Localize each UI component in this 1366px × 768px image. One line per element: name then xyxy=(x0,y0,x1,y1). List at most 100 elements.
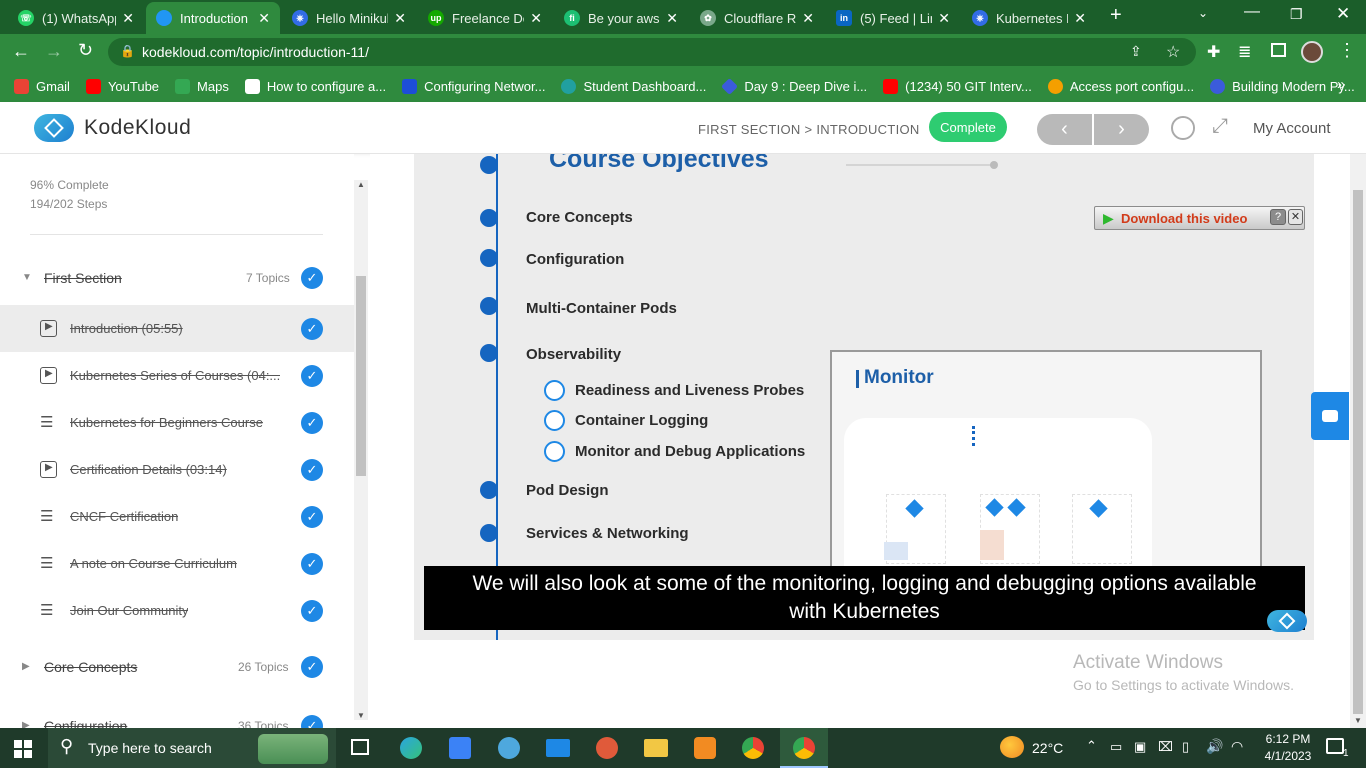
more-bookmarks-icon[interactable]: » xyxy=(1337,76,1345,93)
close-tab-icon[interactable]: ✕ xyxy=(666,10,678,27)
close-tab-icon[interactable]: ✕ xyxy=(530,10,542,27)
chevron-up-icon[interactable]: ⌃ xyxy=(1086,738,1097,754)
bookmark-gmail[interactable]: Gmail xyxy=(14,78,70,94)
help-icon[interactable]: ? xyxy=(1270,209,1286,225)
bookmark-day9[interactable]: Day 9 : Deep Dive i... xyxy=(721,77,867,95)
close-tab-icon[interactable]: ✕ xyxy=(394,10,406,27)
address-bar[interactable]: 🔒 kodekloud.com/topic/introduction-11/ ⇪… xyxy=(108,38,1196,66)
caret-down-icon[interactable]: ▼ xyxy=(22,272,32,283)
bookmark-configuring-network[interactable]: Configuring Networ... xyxy=(402,78,545,94)
download-video-label[interactable]: Download this video xyxy=(1121,211,1247,226)
close-tab-icon[interactable]: ✕ xyxy=(802,10,814,27)
close-tab-icon[interactable]: ✕ xyxy=(122,10,134,27)
task-view-icon[interactable] xyxy=(351,739,369,755)
lesson-item[interactable]: ☰ A note on Course Curriculum ✓ xyxy=(0,540,354,587)
restore-icon[interactable]: ❐ xyxy=(1290,6,1303,23)
tab-introduction[interactable]: Introduction ✕ xyxy=(146,2,280,34)
section-configuration[interactable]: ▶ Configuration 36 Topics ✓ xyxy=(0,702,354,728)
tab-hello-minikube[interactable]: ⎈ Hello Minikub ✕ xyxy=(282,2,416,34)
download-video-widget[interactable]: ▶ Download this video ? ✕ xyxy=(1094,206,1305,230)
extensions-icon[interactable]: ✚ xyxy=(1207,42,1220,62)
forward-icon[interactable]: → xyxy=(45,41,63,62)
reading-list-icon[interactable]: ≣ xyxy=(1238,42,1251,62)
notification-icon[interactable] xyxy=(1326,738,1344,754)
mail-icon[interactable] xyxy=(546,739,570,757)
chat-widget-button[interactable] xyxy=(1311,392,1349,440)
bookmark-star-icon[interactable]: ☆ xyxy=(1166,42,1180,62)
scrollbar-thumb[interactable] xyxy=(356,276,366,476)
battery-icon[interactable]: ▯ xyxy=(1182,739,1189,755)
tab-search-icon[interactable]: ⌄ xyxy=(1198,6,1208,20)
bookmark-git-interview[interactable]: (1234) 50 GIT Interv... xyxy=(883,78,1032,94)
section-core-concepts[interactable]: ▶ Core Concepts 26 Topics ✓ xyxy=(0,643,354,690)
usb-icon[interactable]: ⌧ xyxy=(1158,739,1173,755)
my-account-link[interactable]: My Account xyxy=(1253,120,1331,137)
video-player[interactable]: Course Objectives Core Concepts Configur… xyxy=(414,154,1314,640)
tab-whatsapp[interactable]: ☏ (1) WhatsApp ✕ xyxy=(8,2,144,34)
network-icon[interactable]: ▭ xyxy=(1110,739,1122,755)
close-window-icon[interactable]: ✕ xyxy=(1336,4,1350,24)
complete-button[interactable]: Complete xyxy=(929,112,1007,142)
tab-aws[interactable]: fi Be your aws c ✕ xyxy=(554,2,688,34)
file-explorer-icon[interactable] xyxy=(644,739,668,757)
bookmark-access-port[interactable]: Access port configu... xyxy=(1047,78,1194,94)
edge-icon[interactable] xyxy=(400,737,422,759)
bookmark-how-to-configure[interactable]: How to configure a... xyxy=(244,78,386,94)
tab-kubernetes-docs[interactable]: ⎈ Kubernetes D ✕ xyxy=(962,2,1096,34)
bookmark-student-dashboard[interactable]: Student Dashboard... xyxy=(561,78,706,94)
page-scrollbar[interactable]: ▼ xyxy=(1350,154,1366,728)
scroll-up-icon[interactable]: ▲ xyxy=(357,180,365,189)
store-icon[interactable] xyxy=(449,737,471,759)
dark-mode-icon[interactable] xyxy=(1171,116,1195,140)
reload-icon[interactable]: ↻ xyxy=(78,40,93,61)
lesson-item[interactable]: ▶ Certification Details (03:14) ✓ xyxy=(0,446,354,493)
fullscreen-icon[interactable]: ⤢ xyxy=(1212,115,1228,138)
weather-icon[interactable] xyxy=(1000,736,1024,758)
tab-cloudflare[interactable]: ✿ Cloudflare Ru ✕ xyxy=(690,2,824,34)
caret-right-icon[interactable]: ▶ xyxy=(22,661,30,672)
app-icon[interactable] xyxy=(498,737,520,759)
bookmark-building-modern[interactable]: Building Modern Py... xyxy=(1210,78,1355,94)
prev-lesson-button[interactable]: ‹ xyxy=(1037,114,1092,145)
lesson-item[interactable]: ☰ Kubernetes for Beginners Course ✓ xyxy=(0,399,354,446)
menu-icon[interactable]: ⋮ xyxy=(1338,40,1356,61)
kodekloud-logo-icon[interactable] xyxy=(34,114,74,142)
side-panel-icon[interactable] xyxy=(1271,43,1286,57)
next-lesson-button[interactable]: › xyxy=(1094,114,1149,145)
close-tab-icon[interactable]: ✕ xyxy=(258,10,270,27)
back-icon[interactable]: ← xyxy=(12,41,30,62)
scrollbar-thumb[interactable] xyxy=(1353,190,1363,714)
close-tab-icon[interactable]: ✕ xyxy=(938,10,950,27)
volume-icon[interactable]: 🔊 xyxy=(1206,738,1223,755)
new-tab-icon[interactable]: + xyxy=(1110,4,1122,27)
chrome-icon[interactable] xyxy=(742,737,764,759)
brand-name[interactable]: KodeKloud xyxy=(84,116,191,140)
taskbar-search-box[interactable]: ⚲ Type here to search xyxy=(48,728,336,768)
scroll-down-icon[interactable]: ▼ xyxy=(357,711,365,720)
lesson-item[interactable]: ▶ Kubernetes Series of Courses (04:... ✓ xyxy=(0,352,354,399)
lesson-item[interactable]: ☰ Join Our Community ✓ xyxy=(0,587,354,634)
lesson-item[interactable]: ☰ CNCF Certification ✓ xyxy=(0,493,354,540)
display-icon[interactable]: ▣ xyxy=(1134,739,1146,755)
app-icon[interactable] xyxy=(596,737,618,759)
wifi-icon[interactable]: ◠ xyxy=(1231,738,1243,755)
profile-avatar[interactable] xyxy=(1301,41,1323,63)
minimize-icon[interactable]: — xyxy=(1244,3,1260,21)
close-icon[interactable]: ✕ xyxy=(1288,209,1303,225)
chrome-active-task[interactable] xyxy=(780,728,828,768)
scroll-down-icon[interactable]: ▼ xyxy=(1354,716,1362,725)
share-icon[interactable]: ⇪ xyxy=(1130,43,1142,60)
lesson-item[interactable]: ▶ Introduction (05:55) ✓ xyxy=(0,305,354,352)
clock[interactable]: 6:12 PM 4/1/2023 xyxy=(1260,732,1316,763)
tab-freelance[interactable]: up Freelance Dev ✕ xyxy=(418,2,552,34)
app-icon[interactable] xyxy=(694,737,716,759)
tab-linkedin[interactable]: in (5) Feed | Link ✕ xyxy=(826,2,960,34)
windows-start-icon[interactable] xyxy=(14,740,32,758)
sidebar-scrollbar[interactable]: ▲ ▼ xyxy=(354,180,368,720)
bookmark-maps[interactable]: Maps xyxy=(175,78,229,94)
temperature[interactable]: 22°C xyxy=(1032,740,1063,756)
section-first[interactable]: ▼ First Section 7 Topics ✓ xyxy=(0,254,354,301)
caret-right-icon[interactable]: ▶ xyxy=(22,720,30,728)
bookmark-youtube[interactable]: YouTube xyxy=(85,78,159,94)
close-tab-icon[interactable]: ✕ xyxy=(1074,10,1086,27)
